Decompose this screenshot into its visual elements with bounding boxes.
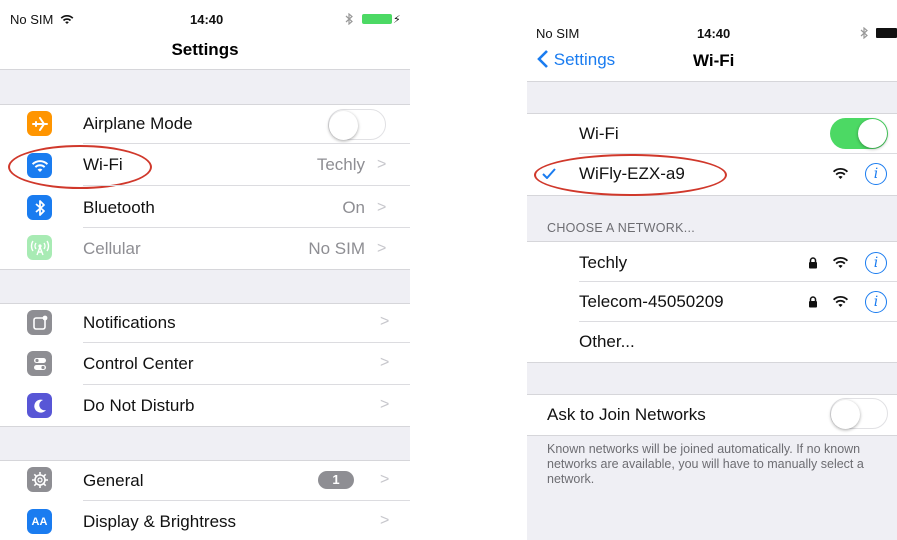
footer-note: Known networks will be joined automatica… <box>547 442 864 486</box>
info-icon[interactable]: i <box>865 163 887 185</box>
cellular-value: No SIM <box>308 239 365 258</box>
info-icon[interactable]: i <box>865 252 887 274</box>
section-spacer <box>0 426 410 461</box>
page-title: Settings <box>171 40 239 59</box>
wifi-signal-icon <box>832 167 849 179</box>
lock-icon <box>809 296 817 308</box>
annotation-ellipse <box>8 145 152 189</box>
ask-to-join-toggle[interactable] <box>830 398 888 429</box>
sidebar-item-general[interactable]: General <box>83 471 143 491</box>
battery-icon <box>876 28 897 38</box>
bluetooth-value: On <box>342 198 365 217</box>
lock-icon <box>809 257 817 269</box>
annotation-ellipse <box>534 154 727 196</box>
chevron-right-icon: > <box>377 156 387 173</box>
status-carrier: No SIM <box>536 26 580 41</box>
status-carrier: No SIM <box>10 12 74 27</box>
wifi-toggle-label: Wi-Fi <box>579 124 619 143</box>
wifi-value: Techly <box>316 155 365 174</box>
chevron-right-icon: > <box>380 471 390 488</box>
network-row-other[interactable]: Other... <box>579 332 635 352</box>
section-spacer <box>0 269 410 304</box>
network-row-telecom[interactable]: Telecom-45050209 <box>579 292 724 312</box>
sidebar-item-bluetooth[interactable]: Bluetooth <box>83 198 155 218</box>
chevron-left-icon <box>537 50 548 68</box>
sidebar-item-cellular[interactable]: Cellular <box>83 239 141 259</box>
network-row-techly[interactable]: Techly <box>579 253 627 273</box>
update-badge: 1 <box>318 471 354 489</box>
back-button[interactable]: Settings <box>537 50 615 70</box>
settings-screen: No SIM 14:40 ⚡ Settings Airplane Mode Wi… <box>0 0 410 540</box>
ask-to-join-label: Ask to Join Networks <box>547 405 706 424</box>
sidebar-item-notifications[interactable]: Notifications <box>83 313 176 333</box>
chevron-right-icon: > <box>380 396 390 413</box>
wifi-screen: No SIM 14:40 Settings Wi-Fi Wi-Fi WiFly-… <box>527 0 897 540</box>
wifi-signal-icon <box>832 256 849 268</box>
chevron-right-icon: > <box>380 354 390 371</box>
display-icon: AA <box>27 509 52 534</box>
airplane-mode-toggle[interactable] <box>328 109 386 140</box>
airplane-mode-label: Airplane Mode <box>83 114 193 133</box>
chevron-right-icon: > <box>380 512 390 529</box>
section-spacer <box>0 69 410 105</box>
sidebar-item-do-not-disturb[interactable]: Do Not Disturb <box>83 396 194 416</box>
status-time: 14:40 <box>190 12 224 27</box>
chevron-right-icon: > <box>377 240 387 257</box>
sidebar-item-display-brightness[interactable]: Display & Brightress <box>83 512 236 532</box>
gear-icon <box>27 467 52 492</box>
cellular-icon <box>27 235 52 260</box>
battery-icon <box>362 14 392 24</box>
status-time: 14:40 <box>697 26 731 41</box>
bluetooth-icon <box>27 195 52 220</box>
sidebar-item-control-center[interactable]: Control Center <box>83 354 194 374</box>
moon-icon <box>27 393 52 418</box>
bluetooth-status-icon <box>345 13 353 25</box>
bluetooth-status-icon <box>860 27 868 39</box>
airplane-icon <box>27 111 52 136</box>
info-icon[interactable]: i <box>865 291 887 313</box>
wifi-toggle[interactable] <box>830 118 888 149</box>
charging-icon: ⚡ <box>393 14 401 26</box>
notifications-icon <box>27 310 52 335</box>
wifi-signal-icon <box>832 295 849 307</box>
chevron-right-icon: > <box>380 313 390 330</box>
page-title: Wi-Fi <box>693 51 735 70</box>
control-center-icon <box>27 351 52 376</box>
section-header: CHOOSE A NETWORK... <box>547 221 696 235</box>
wifi-status-icon <box>60 15 74 24</box>
chevron-right-icon: > <box>377 199 387 216</box>
